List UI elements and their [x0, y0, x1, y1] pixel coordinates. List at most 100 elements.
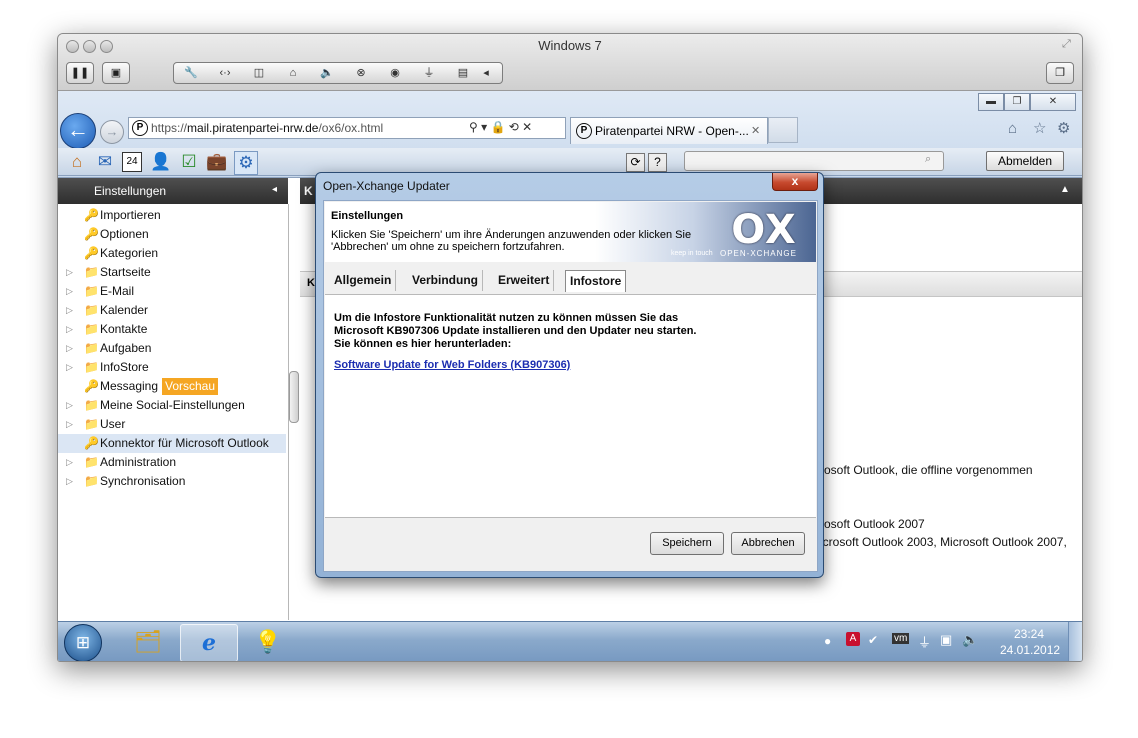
ie-taskbar-button[interactable]: e [180, 624, 238, 661]
search-controls[interactable]: ⚲ ▾ 🔒 ⟲ ✕ [469, 120, 532, 134]
disk-icon[interactable]: ◫ [242, 63, 276, 83]
clock-date[interactable]: 24.01.2012 [1000, 643, 1060, 657]
power-plug-icon[interactable]: ⏚ [918, 632, 931, 651]
clock-time[interactable]: 23:24 [1014, 627, 1044, 641]
preview-badge: Vorschau [162, 378, 219, 395]
updater-tray-icon[interactable]: ● [824, 634, 831, 648]
expand-arrow-icon[interactable]: ▷ [66, 415, 73, 434]
gear-icon[interactable]: ⚙ [1057, 119, 1070, 137]
sidebar-resize-handle[interactable] [289, 371, 299, 423]
address-bar[interactable]: P https://mail.piratenpartei-nrw.de/ox6/… [128, 117, 566, 139]
search-input[interactable]: ⌕ [684, 151, 944, 171]
mail-icon[interactable]: ✉ [94, 151, 116, 173]
sidebar-item[interactable]: ▷ 📁 InfoStore [58, 358, 286, 377]
sidebar-item[interactable]: 🔑 Konnektor für Microsoft Outlook [58, 434, 286, 453]
tab-erweitert[interactable]: Erweitert [494, 270, 555, 291]
tab-infostore[interactable]: Infostore [565, 270, 627, 292]
display-icon[interactable]: ▤ [446, 63, 480, 83]
camera-icon[interactable]: ◉ [378, 63, 412, 83]
lock-icon[interactable]: ⌂ [276, 63, 310, 83]
kb907306-download-link[interactable]: Software Update for Web Folders (KB90730… [334, 359, 570, 371]
sidebar-item-label: Kategorien [100, 246, 159, 260]
fullscreen-icon[interactable]: ⤢ [1062, 38, 1071, 51]
sidebar-item[interactable]: ▷ 📁 Synchronisation [58, 472, 286, 491]
snapshot-button[interactable]: ▣ [102, 62, 130, 84]
wrench-icon[interactable]: 🔧 [174, 63, 208, 83]
network-icon[interactable]: ⊗ [344, 63, 378, 83]
expand-arrow-icon[interactable]: ▷ [66, 396, 73, 415]
star-icon[interactable]: ☆ [1033, 119, 1046, 137]
explorer-taskbar-button[interactable]: 🗂 [120, 624, 176, 660]
key-icon: 🔑 [84, 379, 99, 393]
expand-arrow-icon[interactable]: ▷ [66, 263, 73, 282]
close-button[interactable]: ✕ [1030, 93, 1076, 111]
save-button[interactable]: Speichern [650, 532, 724, 555]
infostore-icon[interactable]: 💼 [206, 151, 228, 173]
infostore-panel: Um die Infostore Funktionalität nutzen z… [325, 294, 816, 518]
tab-close-icon[interactable]: ✕ [751, 124, 760, 137]
new-tab-button[interactable] [768, 117, 798, 143]
sidebar-item-label: Kontakte [100, 322, 148, 336]
taskbar: ⊞ 🗂 e 💡 ● A ✔ vm ⏚ ▣ 🔈 23:24 24.01.2012 [58, 621, 1082, 661]
sidebar-item[interactable]: ▷ 📁 E-Mail [58, 282, 286, 301]
expand-arrow-icon[interactable]: ▷ [66, 358, 73, 377]
sidebar-item[interactable]: 🔑 Messaging Vorschau [58, 377, 286, 396]
content-text-3: icrosoft Outlook 2003, Microsoft Outlook… [820, 535, 1067, 549]
network-icon[interactable]: ▣ [940, 632, 952, 648]
home-icon[interactable]: ⌂ [1008, 120, 1017, 137]
vm-tools-icon[interactable]: vm [892, 633, 910, 644]
contacts-icon[interactable]: 👤 [150, 151, 172, 173]
pause-button[interactable]: ❚❚ [66, 62, 94, 84]
restore-button[interactable]: ❐ [1004, 93, 1030, 111]
sidebar-item[interactable]: ▷ 📁 Kalender [58, 301, 286, 320]
arrow-left-icon[interactable]: ◂ [480, 63, 492, 83]
calendar-icon[interactable]: 24 [122, 152, 142, 172]
window-mode-button[interactable]: ❐ [1046, 62, 1074, 84]
sidebar-item[interactable]: 🔑 Optionen [58, 225, 286, 244]
sidebar-item-label: E-Mail [100, 284, 135, 298]
settings-gear-icon[interactable]: ⚙ [234, 151, 258, 175]
forward-button[interactable]: → [100, 120, 124, 144]
show-desktop-button[interactable] [1068, 622, 1082, 661]
home-icon[interactable]: ⌂ [66, 151, 88, 173]
tab-active[interactable]: P Piratenpartei NRW - Open-... ✕ [570, 117, 768, 144]
tab-verbindung[interactable]: Verbindung [408, 270, 483, 291]
collapse-sidebar-icon[interactable]: ◂ [272, 184, 277, 195]
antivirus-icon[interactable]: A [846, 632, 860, 646]
back-button[interactable]: ← [60, 113, 96, 149]
sidebar-item[interactable]: ▷ 📁 Meine Social-Einstellungen [58, 396, 286, 415]
logout-button[interactable]: Abmelden [986, 151, 1064, 171]
sidebar-item[interactable]: ▷ 📁 Administration [58, 453, 286, 472]
sidebar-item[interactable]: 🔑 Kategorien [58, 244, 286, 263]
expand-arrow-icon[interactable]: ▷ [66, 453, 73, 472]
expand-arrow-icon[interactable]: ▷ [66, 282, 73, 301]
sidebar-header: Einstellungen ◂ [58, 178, 288, 204]
content-text-1: rosoft Outlook, die offline vorgenommen [820, 463, 1033, 477]
sidebar-item[interactable]: ▷ 📁 Aufgaben [58, 339, 286, 358]
collapse-up-icon[interactable]: ▲ [1060, 184, 1070, 195]
volume-icon[interactable]: 🔈 [962, 632, 978, 648]
tasks-icon[interactable]: ☑ [178, 151, 200, 173]
sidebar-item[interactable]: 🔑 Importieren [58, 206, 286, 225]
shield-icon[interactable]: ✔ [868, 633, 878, 647]
minimize-button[interactable]: ▬ [978, 93, 1004, 111]
sidebar-item[interactable]: ▷ 📁 Kontakte [58, 320, 286, 339]
arrow-right-icon: → [105, 124, 119, 139]
tab-allgemein[interactable]: Allgemein [330, 270, 397, 291]
settings-folder-icon: 📁 [84, 284, 99, 298]
updater-taskbar-button[interactable]: 💡 [240, 624, 296, 660]
arrows-icon[interactable]: ‹·› [208, 63, 242, 83]
refresh-icon[interactable]: ⟳ [626, 153, 645, 172]
sidebar-item[interactable]: ▷ 📁 Startseite [58, 263, 286, 282]
help-icon[interactable]: ? [648, 153, 667, 172]
speaker-icon[interactable]: 🔈 [310, 63, 344, 83]
expand-arrow-icon[interactable]: ▷ [66, 301, 73, 320]
start-button[interactable]: ⊞ [64, 624, 102, 661]
dialog-close-button[interactable]: x [772, 173, 818, 191]
sidebar-item[interactable]: ▷ 📁 User [58, 415, 286, 434]
expand-arrow-icon[interactable]: ▷ [66, 472, 73, 491]
cancel-button[interactable]: Abbrechen [731, 532, 805, 555]
usb-icon[interactable]: ⏚ [412, 63, 446, 83]
expand-arrow-icon[interactable]: ▷ [66, 320, 73, 339]
expand-arrow-icon[interactable]: ▷ [66, 339, 73, 358]
